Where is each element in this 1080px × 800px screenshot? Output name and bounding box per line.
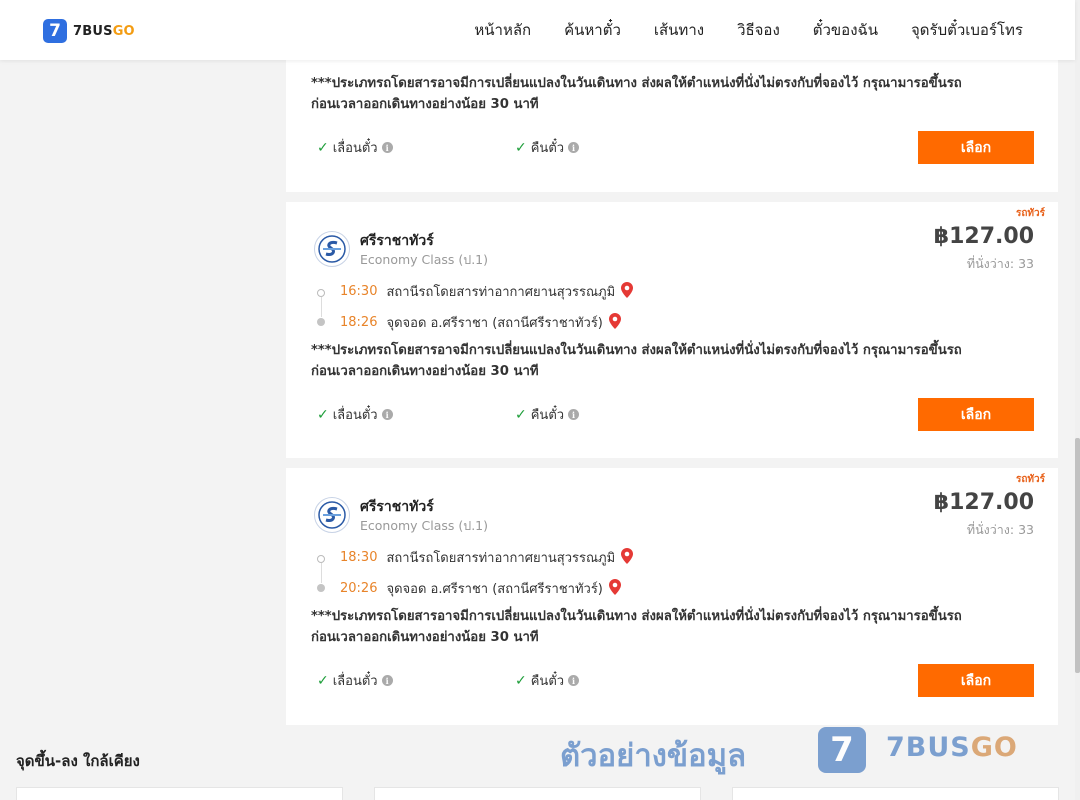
departure-time: 18:30: [340, 550, 378, 565]
site-logo[interactable]: 7 7BUSGO: [43, 19, 135, 43]
arrival-place: จุดจอด อ.ศรีราชา (สถานีศรีราชาทัวร์): [386, 582, 603, 597]
watermark-brand: 7BUSGO: [886, 732, 1018, 763]
timeline-end-dot: [317, 318, 325, 326]
timeline-start-dot: [317, 289, 325, 297]
bus-class: Economy Class (ป.1): [360, 518, 489, 533]
logo-text: 7BUSGO: [73, 23, 135, 39]
info-icon[interactable]: i: [381, 409, 393, 420]
info-icon[interactable]: i: [381, 675, 393, 686]
logo-mark: 7: [43, 19, 67, 43]
nav-home[interactable]: หน้าหลัก: [474, 18, 531, 42]
page-scrollbar[interactable]: [1075, 0, 1080, 800]
scrollbar-thumb[interactable]: [1075, 438, 1080, 673]
check-icon: ✓: [317, 406, 329, 423]
nearby-stop-card[interactable]: [732, 787, 1059, 800]
nearby-stop-card[interactable]: [16, 787, 343, 800]
arrival-time: 18:26: [340, 315, 378, 330]
main-nav: หน้าหลัก ค้นหาตั๋ว เส้นทาง วิธีจอง ตั๋วข…: [441, 0, 1023, 60]
watermark-text: ตัวอย่างข้อมูล: [560, 738, 747, 774]
nav-my-tickets[interactable]: ตั๋วของฉัน: [813, 18, 878, 42]
operator-name: ศรีราชาทัวร์: [360, 499, 434, 515]
ticket-price: ฿127.00: [933, 224, 1034, 249]
map-pin-icon[interactable]: [608, 312, 621, 333]
timeline-line: [321, 297, 322, 317]
nav-routes[interactable]: เส้นทาง: [654, 18, 704, 42]
nav-how-to-book[interactable]: วิธีจอง: [737, 18, 780, 42]
select-trip-button[interactable]: เลือก: [918, 664, 1034, 697]
map-pin-icon[interactable]: [621, 547, 634, 568]
info-icon[interactable]: i: [568, 675, 580, 686]
select-trip-button[interactable]: เลือก: [918, 131, 1034, 164]
operator-logo-icon: [314, 497, 350, 533]
departure-time: 16:30: [340, 284, 378, 299]
trip-card: รถทัวร์ ศรีราชาทัวร์ Economy Class (ป.1)…: [286, 468, 1058, 725]
timeline-line: [321, 563, 322, 583]
watermark-logo-mark: 7: [818, 727, 866, 773]
seats-available: ที่นั่งว่าง: 33: [966, 522, 1034, 537]
map-pin-icon[interactable]: [621, 281, 634, 302]
info-icon[interactable]: i: [568, 142, 580, 153]
check-icon: ✓: [317, 672, 329, 689]
feature-change-ticket: ✓ เลื่อนตั๋ว i: [317, 137, 393, 158]
select-trip-button[interactable]: เลือก: [918, 398, 1034, 431]
info-icon[interactable]: i: [568, 409, 580, 420]
departure-place: สถานีรถโดยสารท่าอากาศยานสุวรรณภูมิ: [386, 285, 616, 300]
bus-class: Economy Class (ป.1): [360, 252, 489, 267]
nav-ticket-pickup-points[interactable]: จุดรับตั๋วเบอร์โทร: [911, 18, 1023, 42]
top-header: 7 7BUSGO หน้าหลัก ค้นหาตั๋ว เส้นทาง วิธี…: [0, 0, 1075, 60]
bus-type-badge: รถทัวร์: [1015, 474, 1045, 485]
operator-logo-icon: [314, 231, 350, 267]
feature-change-ticket: ✓ เลื่อนตั๋ว i: [317, 404, 393, 425]
trip-note: ***ประเภทรถโดยสารอาจมีการเปลี่ยนแปลงในวั…: [311, 76, 962, 112]
map-pin-icon[interactable]: [608, 578, 621, 599]
timeline-end-dot: [317, 584, 325, 592]
nearby-stop-card[interactable]: [374, 787, 701, 800]
arrival-place: จุดจอด อ.ศรีราชา (สถานีศรีราชาทัวร์): [386, 316, 603, 331]
check-icon: ✓: [515, 672, 527, 689]
arrival-time: 20:26: [340, 581, 378, 596]
trip-note: ***ประเภทรถโดยสารอาจมีการเปลี่ยนแปลงในวั…: [311, 343, 962, 379]
check-icon: ✓: [515, 406, 527, 423]
feature-refund-ticket: ✓ คืนตั๋ว i: [515, 670, 580, 691]
operator-name: ศรีราชาทัวร์: [360, 233, 434, 249]
departure-place: สถานีรถโดยสารท่าอากาศยานสุวรรณภูมิ: [386, 551, 616, 566]
arrival-stop: 20:26 จุดจอด อ.ศรีราชา (สถานีศรีราชาทัวร…: [340, 578, 621, 599]
bus-type-badge: รถทัวร์: [1015, 208, 1045, 219]
check-icon: ✓: [317, 139, 329, 156]
feature-refund-ticket: ✓ คืนตั๋ว i: [515, 137, 580, 158]
trip-card: รถทัวร์ ศรีราชาทัวร์ Economy Class (ป.1)…: [286, 202, 1058, 458]
nav-search-ticket[interactable]: ค้นหาตั๋ว: [564, 18, 621, 42]
feature-change-ticket: ✓ เลื่อนตั๋ว i: [317, 670, 393, 691]
trip-note: ***ประเภทรถโดยสารอาจมีการเปลี่ยนแปลงในวั…: [311, 609, 962, 645]
ticket-price: ฿127.00: [933, 490, 1034, 515]
nearby-stops-title: จุดขึ้น-ลง ใกล้เคียง: [16, 752, 140, 770]
departure-stop: 18:30 สถานีรถโดยสารท่าอากาศยานสุวรรณภูมิ: [340, 547, 634, 568]
check-icon: ✓: [515, 139, 527, 156]
info-icon[interactable]: i: [381, 142, 393, 153]
departure-stop: 16:30 สถานีรถโดยสารท่าอากาศยานสุวรรณภูมิ: [340, 281, 634, 302]
seats-available: ที่นั่งว่าง: 33: [966, 256, 1034, 271]
arrival-stop: 18:26 จุดจอด อ.ศรีราชา (สถานีศรีราชาทัวร…: [340, 312, 621, 333]
timeline-start-dot: [317, 555, 325, 563]
feature-refund-ticket: ✓ คืนตั๋ว i: [515, 404, 580, 425]
